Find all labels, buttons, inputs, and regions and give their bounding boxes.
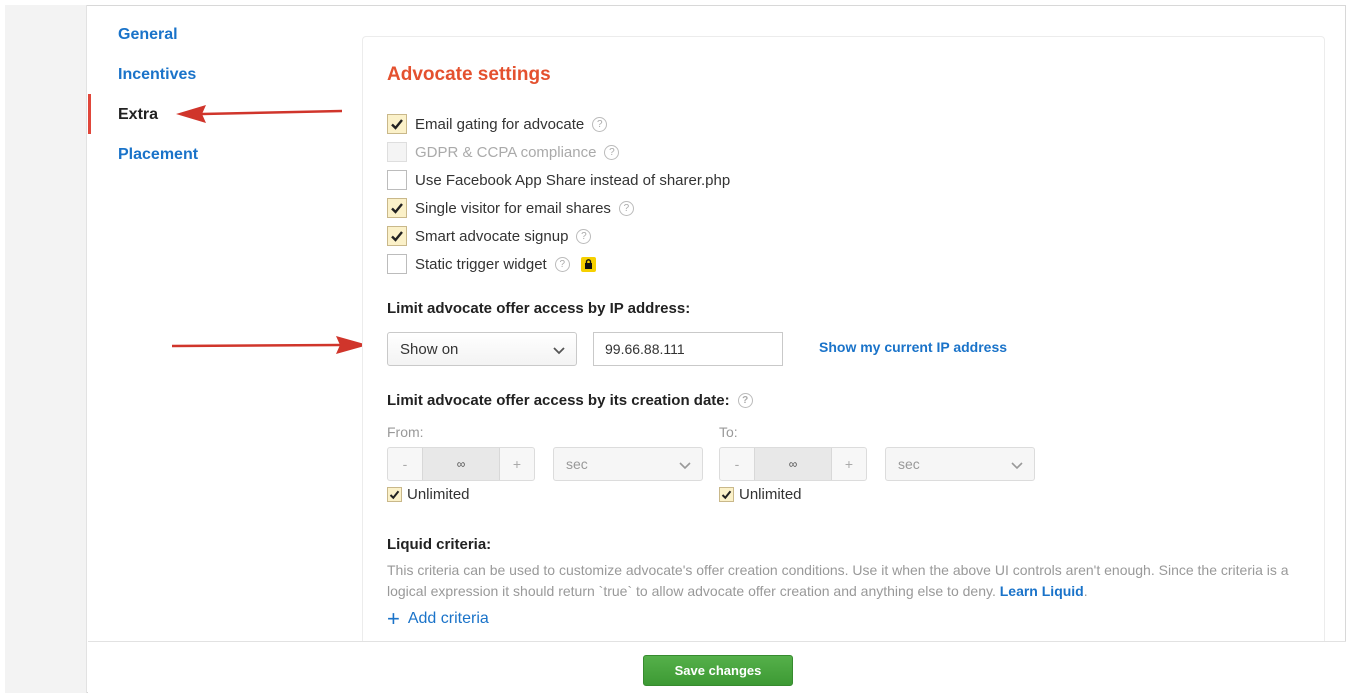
to-unit-value: sec [898, 456, 920, 472]
learn-liquid-link[interactable]: Learn Liquid [1000, 583, 1084, 599]
option-label: Static trigger widget [415, 255, 547, 273]
help-icon[interactable]: ? [737, 393, 753, 408]
ip-mode-value: Show on [400, 340, 459, 358]
date-limit-heading: Limit advocate offer access by its creat… [387, 392, 753, 409]
help-icon[interactable]: ? [604, 144, 620, 160]
from-stepper: - ∞ + [387, 447, 535, 481]
liquid-description-text: This criteria can be used to customize a… [387, 562, 1289, 599]
to-unlimited-label: Unlimited [739, 486, 802, 503]
ip-limit-heading: Limit advocate offer access by IP addres… [387, 300, 691, 317]
sidebar-item-general[interactable]: General [118, 26, 178, 44]
liquid-description-end: . [1083, 583, 1088, 599]
plus-icon: + [387, 606, 400, 631]
from-value[interactable]: ∞ [422, 448, 500, 480]
from-unlimited-checkbox[interactable] [387, 487, 402, 502]
to-value[interactable]: ∞ [754, 448, 832, 480]
page-title: Advocate settings [387, 64, 551, 85]
option-label: Single visitor for email shares [415, 199, 611, 217]
from-unlimited-label: Unlimited [407, 486, 470, 503]
date-limit-heading-text: Limit advocate offer access by its creat… [387, 392, 730, 409]
option-smart-signup[interactable]: Smart advocate signup ? [387, 226, 592, 246]
chevron-down-icon [553, 347, 565, 355]
from-increment-button[interactable]: + [500, 448, 534, 480]
checkbox-single-visitor[interactable] [387, 198, 407, 218]
option-facebook-share[interactable]: Use Facebook App Share instead of sharer… [387, 170, 730, 190]
checkmark-icon [391, 203, 403, 214]
to-unlimited-checkbox[interactable] [719, 487, 734, 502]
option-label: Smart advocate signup [415, 227, 569, 245]
to-increment-button[interactable]: + [832, 448, 866, 480]
save-button[interactable]: Save changes [643, 655, 793, 686]
sidebar-item-placement[interactable]: Placement [118, 146, 198, 164]
to-unit-select[interactable]: sec [885, 447, 1035, 481]
to-stepper: - ∞ + [719, 447, 867, 481]
option-gdpr: GDPR & CCPA compliance ? [387, 142, 620, 162]
checkbox-facebook-share[interactable] [387, 170, 407, 190]
option-single-visitor[interactable]: Single visitor for email shares ? [387, 198, 634, 218]
nav-active-indicator [88, 94, 91, 134]
option-static-trigger[interactable]: Static trigger widget ? [387, 254, 596, 274]
liquid-description: This criteria can be used to customize a… [387, 560, 1307, 602]
help-icon[interactable]: ? [618, 200, 634, 216]
left-gutter [5, 5, 87, 693]
to-unlimited-option[interactable]: Unlimited [719, 486, 802, 503]
option-label: GDPR & CCPA compliance [415, 143, 597, 161]
to-decrement-button[interactable]: - [720, 448, 754, 480]
add-criteria-label: Add criteria [407, 610, 489, 627]
liquid-heading: Liquid criteria: [387, 536, 492, 553]
checkbox-smart-signup[interactable] [387, 226, 407, 246]
option-label: Use Facebook App Share instead of sharer… [415, 171, 731, 189]
checkmark-icon [721, 490, 732, 500]
help-icon[interactable]: ? [592, 116, 608, 132]
option-label: Email gating for advocate [415, 115, 585, 133]
from-unlimited-option[interactable]: Unlimited [387, 486, 470, 503]
from-decrement-button[interactable]: - [388, 448, 422, 480]
from-unit-value: sec [566, 456, 588, 472]
sidebar-item-extra[interactable]: Extra [118, 106, 158, 124]
annotation-arrow-extra [176, 105, 343, 123]
help-icon[interactable]: ? [576, 228, 592, 244]
checkmark-icon [391, 119, 403, 130]
option-email-gating[interactable]: Email gating for advocate ? [387, 114, 608, 134]
chevron-down-icon [679, 462, 691, 470]
checkbox-email-gating[interactable] [387, 114, 407, 134]
add-criteria-button[interactable]: + Add criteria [387, 606, 489, 631]
annotation-arrow-ip [171, 336, 368, 354]
from-unit-select[interactable]: sec [553, 447, 703, 481]
checkmark-icon [389, 490, 400, 500]
to-label: To: [719, 424, 738, 440]
checkbox-static-trigger[interactable] [387, 254, 407, 274]
ip-address-input[interactable] [593, 332, 783, 366]
from-label: From: [387, 424, 424, 440]
checkbox-gdpr [387, 142, 407, 162]
sidebar-item-incentives[interactable]: Incentives [118, 66, 196, 84]
help-icon[interactable]: ? [554, 256, 570, 272]
ip-mode-select[interactable]: Show on [387, 332, 577, 366]
chevron-down-icon [1011, 462, 1023, 470]
checkmark-icon [391, 231, 403, 242]
show-ip-link[interactable]: Show my current IP address [819, 339, 1007, 355]
lock-icon [580, 256, 596, 272]
